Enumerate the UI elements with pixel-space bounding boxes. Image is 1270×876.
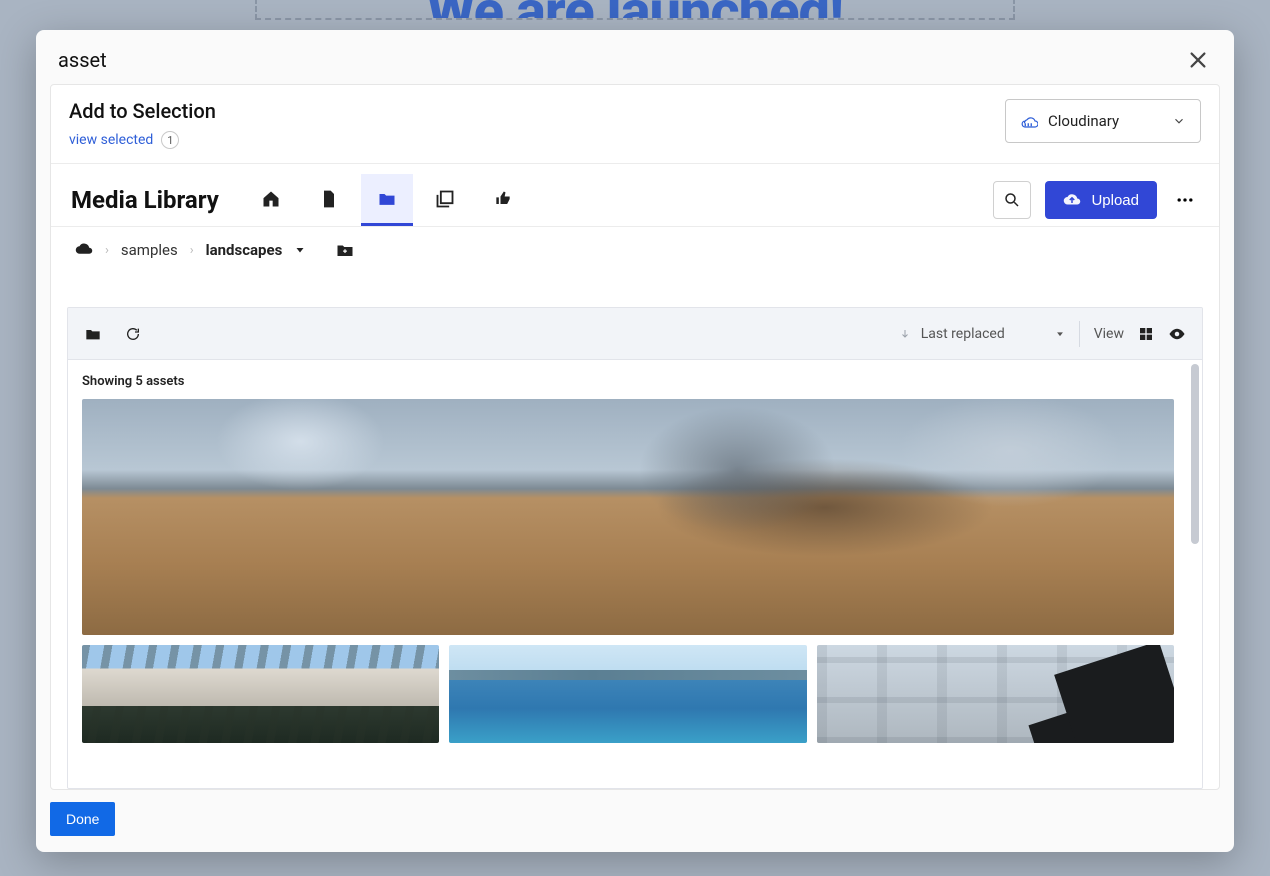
modal-title: asset	[58, 48, 107, 72]
tab-moderation[interactable]	[477, 174, 529, 226]
tab-home[interactable]	[245, 174, 297, 226]
view-selected-link[interactable]: view selected	[69, 132, 153, 148]
asset-item[interactable]	[449, 645, 806, 743]
folder-filter-button[interactable]	[84, 325, 102, 343]
modal-titlebar: asset	[36, 30, 1234, 84]
more-menu-button[interactable]	[1171, 181, 1199, 219]
asset-item[interactable]	[82, 399, 1174, 635]
cloudinary-icon	[1020, 114, 1038, 128]
cloud-icon	[75, 243, 93, 257]
chevron-down-icon	[1172, 114, 1186, 128]
view-label: View	[1094, 326, 1124, 342]
search-icon	[1003, 191, 1021, 209]
panel-title: Add to Selection	[69, 99, 216, 123]
tab-file[interactable]	[303, 174, 355, 226]
breadcrumb-dropdown[interactable]	[294, 244, 306, 256]
media-library-bar: Media Library	[51, 164, 1219, 227]
done-button[interactable]: Done	[50, 802, 115, 836]
search-button[interactable]	[993, 181, 1031, 219]
home-icon	[261, 189, 281, 209]
scrollbar[interactable]	[1188, 360, 1202, 788]
tab-collections[interactable]	[419, 174, 471, 226]
scrollbar-thumb[interactable]	[1191, 364, 1199, 544]
preview-visibility-button[interactable]	[1168, 327, 1186, 341]
panel-header: Add to Selection view selected 1 Cloudin…	[51, 85, 1219, 164]
grid-icon	[1138, 326, 1154, 342]
selection-panel: Add to Selection view selected 1 Cloudin…	[50, 84, 1220, 790]
breadcrumb-item-current[interactable]: landscapes	[206, 241, 283, 259]
file-icon	[319, 189, 339, 209]
close-button[interactable]	[1184, 46, 1212, 74]
asset-item[interactable]	[817, 645, 1174, 743]
sort-dropdown[interactable]: Last replaced	[899, 326, 1065, 342]
collections-icon	[435, 189, 455, 209]
triangle-down-icon	[1055, 329, 1065, 339]
new-folder-button[interactable]	[336, 242, 354, 258]
close-icon	[1187, 49, 1209, 71]
provider-select[interactable]: Cloudinary	[1005, 99, 1201, 143]
asset-modal: asset Add to Selection view selected 1 C…	[36, 30, 1234, 852]
assets-area: Showing 5 assets	[68, 360, 1202, 788]
upload-label: Upload	[1091, 192, 1139, 209]
assets-container: Last replaced View	[67, 307, 1203, 789]
background-banner: We are launched!	[255, 0, 1015, 20]
triangle-down-icon	[294, 244, 306, 256]
grid-view-button[interactable]	[1138, 326, 1154, 342]
asset-item[interactable]	[82, 645, 439, 743]
breadcrumb-root[interactable]	[75, 243, 93, 257]
breadcrumb-item-samples[interactable]: samples	[121, 241, 178, 259]
tab-folder[interactable]	[361, 174, 413, 226]
breadcrumb: › samples › landscapes	[51, 227, 1219, 273]
chevron-right-icon: ›	[190, 243, 194, 258]
eye-icon	[1168, 327, 1186, 341]
chevron-right-icon: ›	[105, 243, 109, 258]
upload-button[interactable]: Upload	[1045, 181, 1157, 219]
folder-plus-icon	[336, 242, 354, 258]
folder-icon	[377, 189, 397, 209]
arrow-down-icon	[899, 327, 911, 341]
modal-footer: Done	[36, 790, 1234, 852]
cloud-upload-icon	[1063, 191, 1081, 209]
folder-icon	[85, 327, 101, 341]
thumbs-icon	[493, 189, 513, 209]
refresh-button[interactable]	[124, 325, 142, 343]
divider	[1079, 321, 1080, 347]
provider-label: Cloudinary	[1048, 112, 1119, 130]
media-library-title: Media Library	[71, 186, 239, 214]
selected-count-badge: 1	[161, 131, 179, 149]
refresh-icon	[125, 326, 141, 342]
more-horizontal-icon	[1175, 190, 1195, 210]
assets-count-text: Showing 5 assets	[82, 374, 1174, 389]
sort-label: Last replaced	[921, 326, 1005, 342]
assets-toolbar: Last replaced View	[68, 308, 1202, 360]
